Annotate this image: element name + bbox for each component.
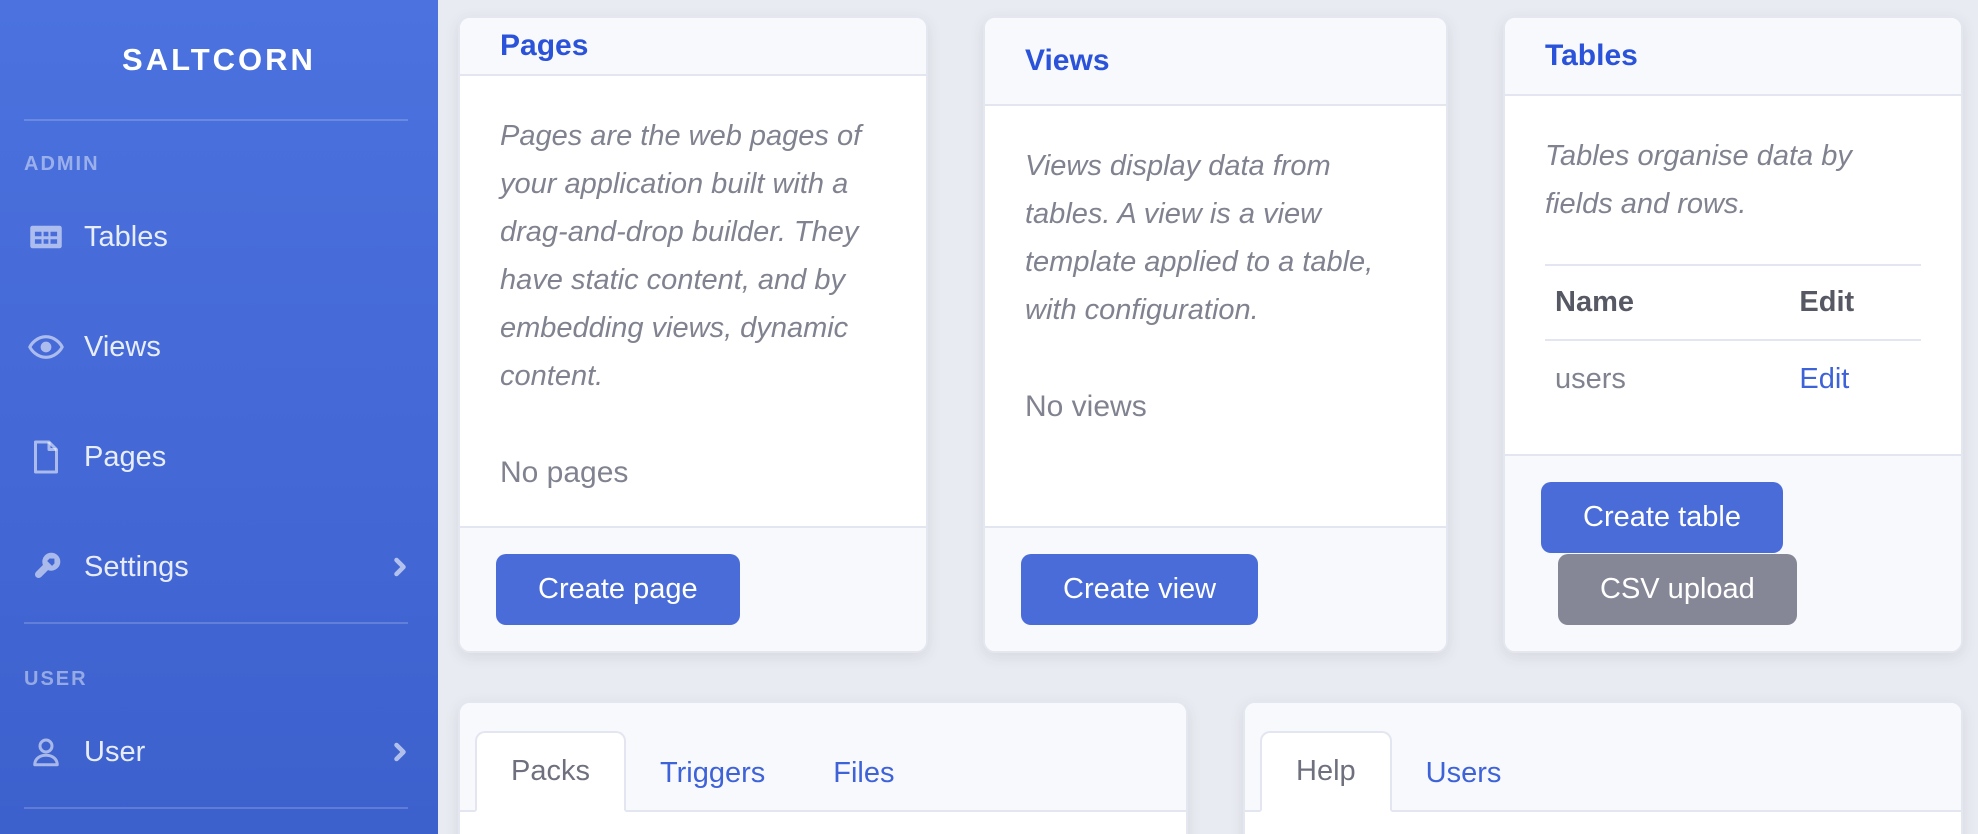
tables-card-header: Tables bbox=[1505, 18, 1961, 96]
tables-description: Tables organise data by fields and rows. bbox=[1545, 132, 1921, 228]
views-card: Views Views display data from tables. A … bbox=[983, 16, 1448, 653]
sidebar-item-label: Tables bbox=[84, 221, 168, 254]
pages-card-title: Pages bbox=[500, 29, 588, 63]
table-name-cell: users bbox=[1545, 340, 1789, 418]
bottom-cards-row: Packs Triggers Files Help Users bbox=[458, 701, 1963, 834]
tables-list: Name Edit users Edit bbox=[1545, 264, 1921, 418]
eye-icon bbox=[24, 328, 68, 366]
views-card-title: Views bbox=[1025, 44, 1110, 78]
sidebar-item-views[interactable]: Views bbox=[0, 292, 438, 402]
tables-card-title: Tables bbox=[1545, 39, 1638, 73]
packs-tab-body bbox=[460, 812, 1186, 834]
sidebar-item-label: Pages bbox=[84, 441, 166, 474]
views-description: Views display data from tables. A view i… bbox=[1025, 142, 1406, 334]
tables-card-footer: Create table CSV upload bbox=[1505, 454, 1961, 651]
sidebar-divider bbox=[24, 119, 408, 121]
sidebar-item-label: Views bbox=[84, 331, 161, 364]
entity-cards-row: Pages Pages are the web pages of your ap… bbox=[458, 16, 1963, 653]
left-tabs-header: Packs Triggers Files bbox=[460, 703, 1186, 812]
sidebar-heading-admin: ADMIN bbox=[24, 153, 414, 176]
pages-card: Pages Pages are the web pages of your ap… bbox=[458, 16, 928, 653]
views-card-footer: Create view bbox=[985, 526, 1446, 651]
brand-logo[interactable]: SALTCORN bbox=[0, 0, 438, 119]
create-view-button[interactable]: Create view bbox=[1021, 554, 1258, 625]
tab-files[interactable]: Files bbox=[799, 735, 928, 812]
views-card-header: Views bbox=[985, 18, 1446, 106]
table-icon bbox=[24, 219, 68, 255]
sidebar: SALTCORN ADMIN Tables Views Pages Settin… bbox=[0, 0, 438, 834]
sidebar-item-settings[interactable]: Settings bbox=[0, 512, 438, 622]
chevron-right-icon bbox=[388, 740, 412, 764]
pages-card-footer: Create page bbox=[460, 526, 926, 651]
column-header-edit: Edit bbox=[1789, 265, 1921, 340]
help-users-card: Help Users bbox=[1243, 701, 1963, 834]
chevron-right-icon bbox=[388, 555, 412, 579]
pages-card-header: Pages bbox=[460, 18, 926, 76]
pages-card-body: Pages are the web pages of your applicat… bbox=[460, 76, 926, 526]
right-tabs-header: Help Users bbox=[1245, 703, 1961, 812]
sidebar-item-label: User bbox=[84, 736, 145, 769]
main-content: Pages Pages are the web pages of your ap… bbox=[438, 0, 1978, 834]
sidebar-item-pages[interactable]: Pages bbox=[0, 402, 438, 512]
help-tab-body bbox=[1245, 812, 1961, 834]
create-table-button[interactable]: Create table bbox=[1541, 482, 1783, 553]
sidebar-item-tables[interactable]: Tables bbox=[0, 182, 438, 292]
views-card-body: Views display data from tables. A view i… bbox=[985, 106, 1446, 526]
sidebar-item-user[interactable]: User bbox=[0, 697, 438, 807]
table-row: users Edit bbox=[1545, 340, 1921, 418]
tab-users[interactable]: Users bbox=[1392, 735, 1536, 812]
edit-table-link[interactable]: Edit bbox=[1799, 363, 1849, 395]
sidebar-heading-user: USER bbox=[24, 668, 414, 691]
user-icon bbox=[24, 734, 68, 770]
pages-description: Pages are the web pages of your applicat… bbox=[500, 112, 886, 400]
sidebar-item-label: Settings bbox=[84, 551, 189, 584]
tables-card-body: Tables organise data by fields and rows.… bbox=[1505, 96, 1961, 454]
tables-list-header-row: Name Edit bbox=[1545, 265, 1921, 340]
tab-help[interactable]: Help bbox=[1260, 731, 1392, 812]
file-icon bbox=[24, 439, 68, 475]
pages-empty-text: No pages bbox=[500, 456, 886, 490]
wrench-icon bbox=[24, 549, 68, 585]
create-page-button[interactable]: Create page bbox=[496, 554, 740, 625]
column-header-name: Name bbox=[1545, 265, 1789, 340]
sidebar-divider bbox=[24, 622, 408, 624]
tab-triggers[interactable]: Triggers bbox=[626, 735, 799, 812]
tables-card: Tables Tables organise data by fields an… bbox=[1503, 16, 1963, 653]
sidebar-divider bbox=[24, 807, 408, 809]
views-empty-text: No views bbox=[1025, 390, 1406, 424]
tab-packs[interactable]: Packs bbox=[475, 731, 626, 812]
csv-upload-button[interactable]: CSV upload bbox=[1558, 554, 1797, 625]
packs-triggers-files-card: Packs Triggers Files bbox=[458, 701, 1188, 834]
